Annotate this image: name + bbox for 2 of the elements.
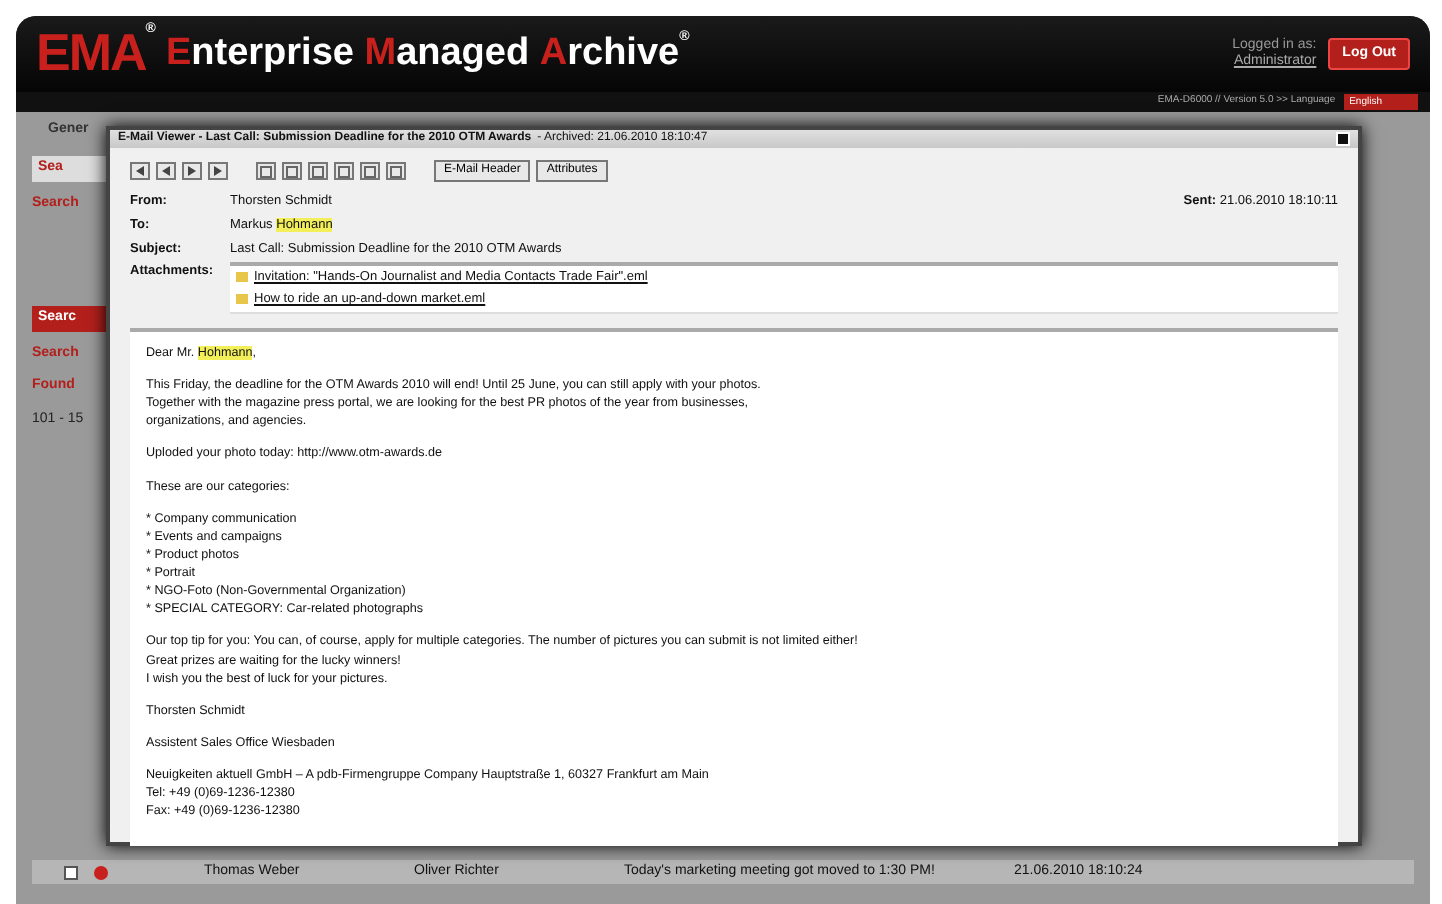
app-title: Enterprise Managed Archive$^{®}$	[165, 27, 690, 78]
ema-logo: EMA$^{®}$	[36, 20, 154, 87]
